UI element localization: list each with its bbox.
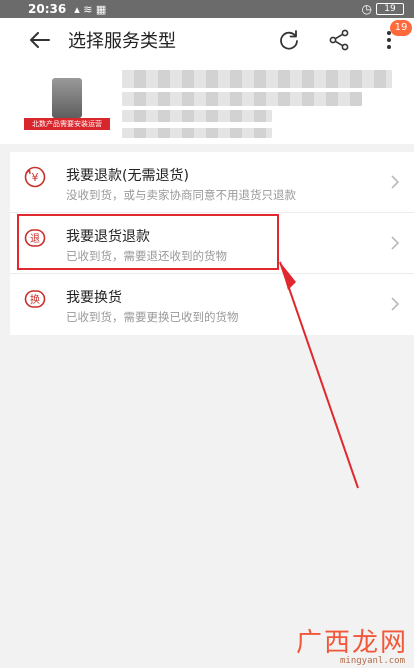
option-description: 已收到货，需要更换已收到的货物 (66, 310, 239, 324)
product-summary: 北数产品需要安装运营 (0, 62, 414, 144)
option-exchange[interactable]: 换 我要换货 已收到货，需要更换已收到的货物 (10, 274, 414, 335)
product-thumbnail: 北数产品需要安装运营 (24, 72, 110, 136)
signal-icon: ▴ ≋ ▦ (74, 2, 107, 16)
product-image (52, 78, 82, 118)
option-refund-only[interactable]: ¥ 我要退款(无需退货) 没收到货，或与卖家协商同意不用退货只退款 (10, 152, 414, 213)
watermark-brand: 广西龙网 (296, 628, 409, 658)
option-return-refund[interactable]: 退 我要退货退款 已收到货，需要退还收到的货物 (10, 213, 414, 274)
watermark-url: mingyanl.com (340, 656, 406, 666)
service-type-list: ¥ 我要退款(无需退货) 没收到货，或与卖家协商同意不用退货只退款 退 我要退货… (10, 152, 414, 335)
alarm-icon: ◷ (361, 2, 372, 16)
option-label: 我要换货 (66, 290, 122, 306)
blurred-product-spec (122, 110, 272, 122)
blurred-product-title (122, 70, 392, 88)
back-button[interactable] (18, 18, 62, 62)
exchange-icon: 换 (24, 290, 46, 308)
app-bar-actions: 19 (264, 18, 414, 62)
option-description: 没收到货，或与卖家协商同意不用退货只退款 (66, 188, 296, 202)
option-label: 我要退款(无需退货) (66, 168, 189, 184)
refresh-button[interactable] (264, 18, 314, 62)
battery-icon: 19 (376, 3, 404, 15)
shop-label: 北数产品需要安装运营 (24, 118, 110, 130)
notification-badge: 19 (390, 20, 412, 36)
status-time: 20:36 (28, 2, 67, 16)
chevron-right-icon (391, 236, 400, 250)
blurred-product-price (122, 128, 272, 138)
option-description: 已收到货，需要退还收到的货物 (66, 249, 227, 263)
share-icon (329, 29, 349, 51)
svg-text:退: 退 (30, 233, 40, 245)
svg-text:¥: ¥ (32, 171, 39, 184)
status-bar: 20:36 ▴ ≋ ▦ ◷ 19 (0, 0, 414, 18)
chevron-right-icon (391, 175, 400, 189)
page-title: 选择服务类型 (68, 31, 176, 52)
app-bar: 选择服务类型 19 (0, 18, 414, 62)
chevron-right-icon (391, 297, 400, 311)
more-button[interactable]: 19 (364, 18, 414, 62)
refund-yuan-icon: ¥ (24, 166, 46, 188)
return-refund-icon: 退 (24, 229, 46, 247)
refresh-icon (280, 30, 298, 50)
status-right: ◷ 19 (362, 2, 404, 16)
blurred-product-title-2 (122, 92, 362, 106)
watermark: 广西龙网 mingyanl.com (286, 622, 414, 668)
option-label: 我要退货退款 (66, 229, 150, 245)
share-button[interactable] (314, 18, 364, 62)
back-arrow-icon (30, 32, 50, 48)
svg-text:换: 换 (30, 293, 40, 306)
